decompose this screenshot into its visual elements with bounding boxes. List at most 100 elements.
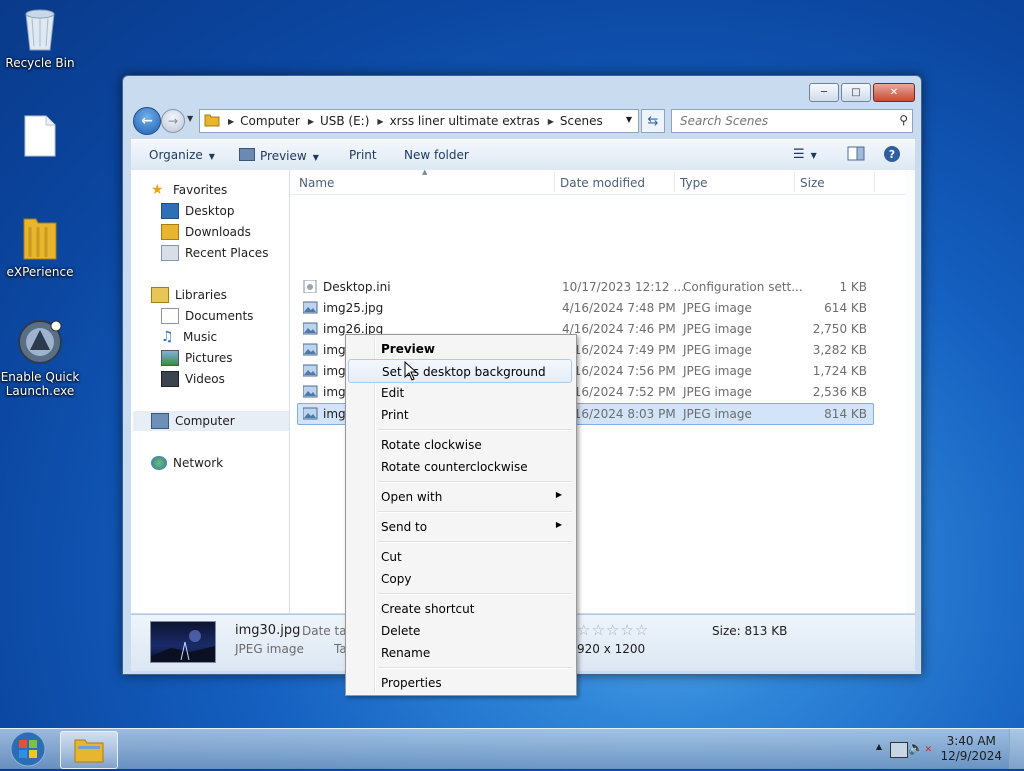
menu-item-delete[interactable]: Delete [348, 619, 572, 641]
breadcrumb-folder[interactable]: xrss liner ultimate extras [384, 114, 540, 128]
file-type: JPEG image [683, 301, 752, 315]
desktop-icon-recycle-bin[interactable]: Recycle Bin [0, 6, 80, 70]
preview-pane-button[interactable] [847, 146, 865, 164]
clock[interactable]: 3:40 AM 12/9/2024 [940, 734, 1002, 764]
desktop-icon-enable-quick-launch[interactable]: Enable Quick Launch.exe [0, 318, 80, 398]
forward-button[interactable]: → [161, 109, 185, 133]
file-size: 1 KB [839, 280, 867, 294]
minimize-button[interactable]: ─ [809, 83, 839, 102]
nav-downloads[interactable]: Downloads [161, 222, 251, 242]
change-view-button[interactable]: ☰ ▼ [793, 147, 817, 162]
volume-muted-icon[interactable]: 🔈✕ [908, 741, 932, 756]
nav-libraries[interactable]: Libraries [151, 285, 227, 305]
address-dropdown-icon[interactable]: ▼ [626, 115, 632, 124]
desktop-icon-experience[interactable]: eXPerience [0, 213, 80, 279]
column-divider[interactable] [874, 172, 875, 192]
column-divider[interactable] [674, 172, 675, 192]
show-desktop-button[interactable] [1009, 729, 1024, 769]
menu-label: Properties [381, 676, 442, 690]
menu-item-cut[interactable]: Cut [348, 545, 572, 567]
column-divider[interactable] [794, 172, 795, 192]
computer-icon [151, 413, 169, 429]
navigation-pane: ★ Favorites Desktop Downloads Recent Plac… [131, 170, 290, 613]
mouse-pointer-icon [404, 361, 418, 381]
breadcrumb-computer[interactable]: Computer [234, 114, 300, 128]
nav-desktop[interactable]: Desktop [161, 201, 235, 221]
search-icon[interactable]: ⚲ [899, 113, 908, 127]
nav-computer[interactable]: Computer [133, 411, 289, 431]
menu-item-create-shortcut[interactable]: Create shortcut [348, 597, 572, 619]
refresh-button[interactable]: ⇆ [641, 109, 665, 133]
nav-videos[interactable]: Videos [161, 369, 225, 389]
organize-button[interactable]: Organize ▼ [149, 148, 215, 162]
chevron-right-icon[interactable]: ▶ [540, 117, 554, 126]
view-list-icon: ☰ [793, 147, 805, 162]
address-bar[interactable]: ▶ Computer ▶ USB (E:) ▶ xrss liner ultim… [199, 109, 639, 133]
menu-label: Open with [381, 490, 443, 504]
print-button[interactable]: Print [349, 148, 377, 162]
nav-pictures[interactable]: Pictures [161, 348, 233, 368]
chevron-right-icon[interactable]: ▶ [300, 117, 314, 126]
file-row[interactable]: Desktop.ini 10/17/2023 12:12 ... Configu… [298, 277, 873, 297]
menu-item-rename[interactable]: Rename [348, 641, 572, 663]
nav-label: Documents [185, 309, 254, 323]
app-launcher-icon [16, 318, 64, 366]
menu-label: Rotate clockwise [381, 438, 482, 452]
back-button[interactable]: ← [133, 107, 161, 135]
column-header-size[interactable]: Size [800, 176, 825, 190]
search-box[interactable]: ⚲ [671, 109, 913, 133]
menu-item-properties[interactable]: Properties [348, 671, 572, 693]
nav-documents[interactable]: Documents [161, 306, 253, 326]
clock-date: 12/9/2024 [940, 749, 1002, 763]
taskbar-explorer-button[interactable] [60, 731, 118, 769]
column-divider[interactable] [554, 172, 555, 192]
chevron-right-icon[interactable]: ▶ [369, 117, 383, 126]
chevron-down-icon: ▼ [810, 151, 817, 160]
menu-item-edit[interactable]: Edit [348, 381, 572, 403]
file-date: 4/16/2024 7:52 PM [562, 385, 676, 399]
breadcrumb-usb[interactable]: USB (E:) [314, 114, 369, 128]
details-filetype: JPEG image [235, 642, 304, 656]
preview-button[interactable]: Preview ▼ [239, 148, 319, 163]
breadcrumb-scenes[interactable]: Scenes [554, 114, 603, 128]
menu-item-print[interactable]: Print [348, 403, 572, 425]
nav-label: Pictures [185, 351, 233, 365]
file-size: 2,536 KB [812, 385, 867, 399]
file-row[interactable]: img25.jpg 4/16/2024 7:48 PM JPEG image 6… [298, 298, 873, 318]
vertical-scrollbar[interactable] [905, 170, 915, 613]
network-status-icon[interactable] [890, 742, 908, 758]
file-type: JPEG image [683, 322, 752, 336]
nav-favorites[interactable]: ★ Favorites [151, 180, 227, 200]
menu-item-set-desktop-background[interactable]: Set as desktop background [348, 359, 572, 383]
recent-pages-dropdown[interactable]: ▼ [187, 114, 193, 123]
column-header-date[interactable]: Date modified [560, 176, 645, 190]
menu-item-preview[interactable]: Preview [348, 337, 572, 359]
file-type: JPEG image [683, 385, 752, 399]
menu-item-rotate-counterclockwise[interactable]: Rotate counterclockwise [348, 455, 572, 477]
help-button[interactable]: ? [883, 145, 901, 166]
file-size: 614 KB [824, 301, 867, 315]
nav-music[interactable]: ♫ Music [161, 327, 217, 347]
file-size: 2,750 KB [812, 322, 867, 336]
nav-network[interactable]: Network [151, 453, 223, 473]
preview-label: Preview [260, 149, 307, 163]
start-button[interactable] [6, 730, 50, 768]
column-header-type[interactable]: Type [680, 176, 708, 190]
menu-item-copy[interactable]: Copy [348, 567, 572, 589]
rating-stars[interactable]: ☆☆☆☆☆ [577, 621, 649, 639]
column-header-name[interactable]: Name [299, 176, 334, 190]
maximize-button[interactable]: □ [841, 83, 871, 102]
menu-item-rotate-clockwise[interactable]: Rotate clockwise [348, 433, 572, 455]
file-date: 4/16/2024 8:03 PM [562, 407, 676, 421]
search-input[interactable] [678, 113, 882, 129]
desktop-icon-blank-file[interactable] [0, 115, 80, 161]
star-icon: ★ [151, 182, 164, 198]
nav-recent-places[interactable]: Recent Places [161, 243, 268, 263]
menu-item-open-with[interactable]: Open with ▶ [348, 485, 572, 507]
music-icon: ♫ [161, 329, 174, 345]
show-hidden-icons-button[interactable]: ▲ [876, 742, 882, 751]
menu-item-send-to[interactable]: Send to ▶ [348, 515, 572, 537]
close-button[interactable]: ✕ [873, 83, 915, 102]
menu-label: Copy [381, 572, 412, 586]
new-folder-button[interactable]: New folder [404, 148, 469, 162]
